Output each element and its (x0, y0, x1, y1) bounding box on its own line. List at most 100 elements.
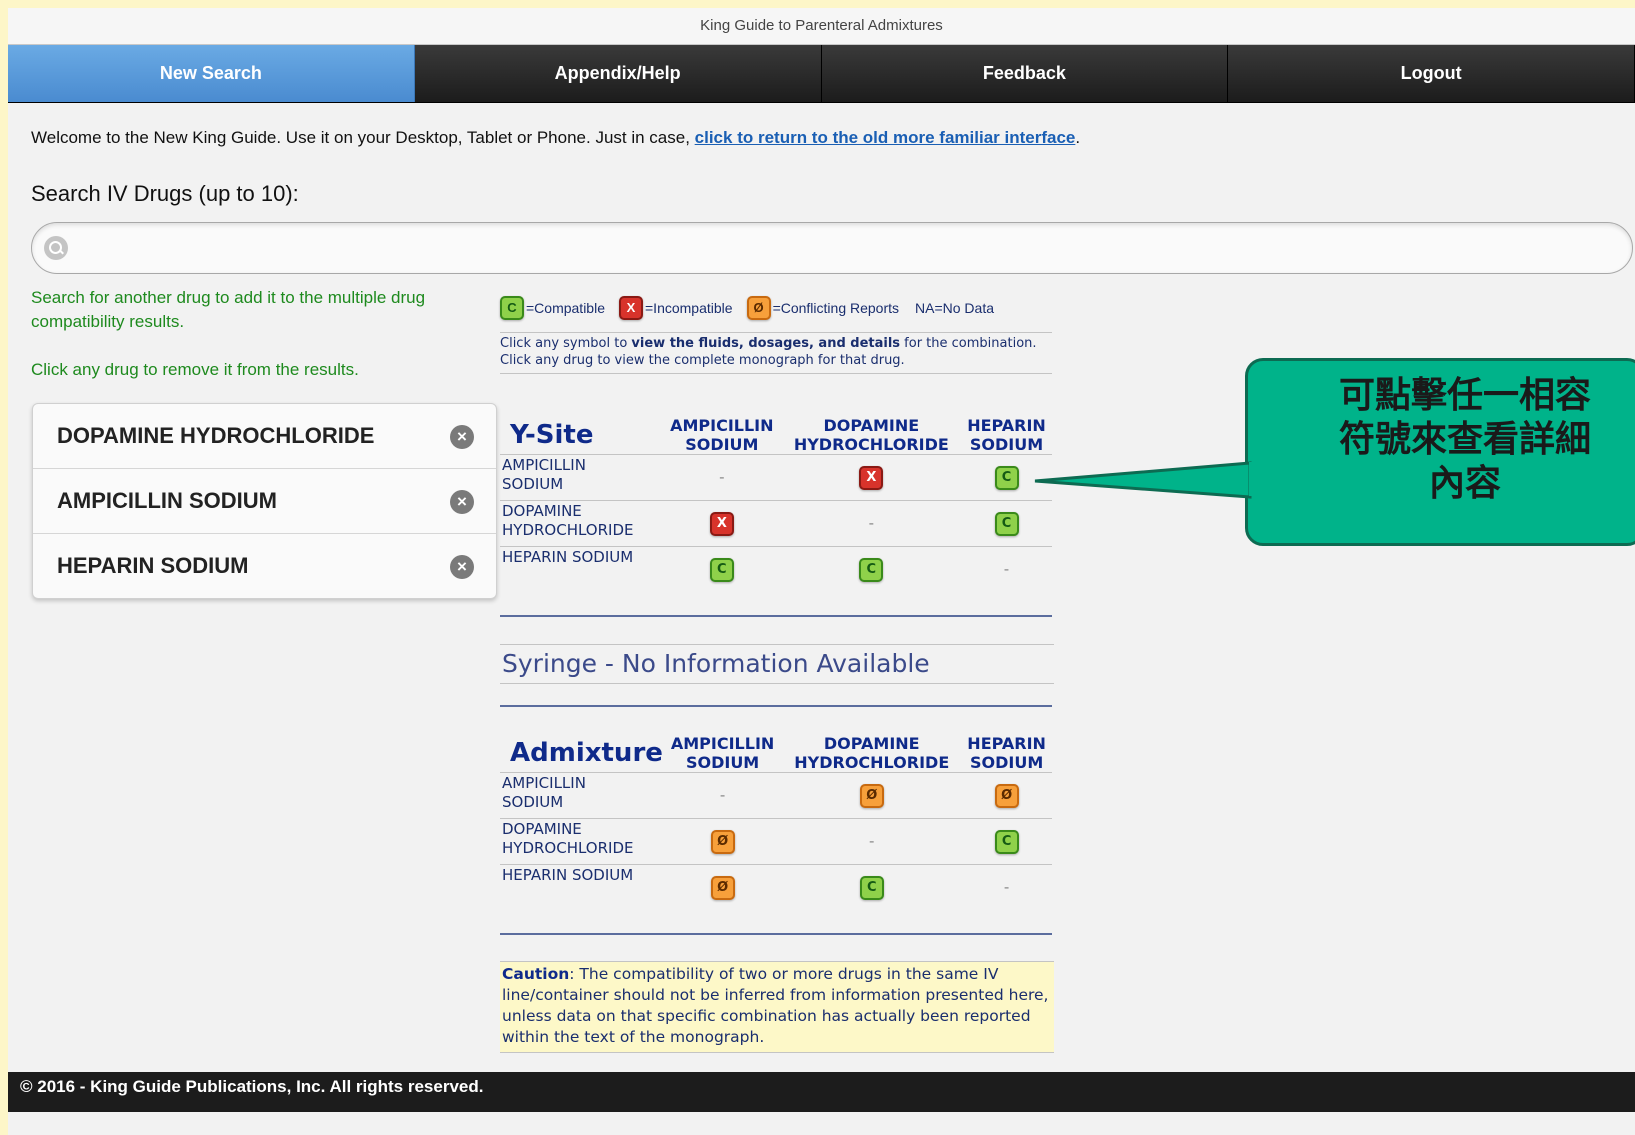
column-header-line1: AMPICILLIN (670, 416, 774, 435)
table-cell: - (781, 500, 962, 547)
row-name-line2: HYDROCHLORIDE (502, 839, 634, 857)
incompatible-icon[interactable]: X (859, 465, 884, 490)
section-divider (500, 705, 1052, 707)
row-name-line2: SODIUM (502, 475, 564, 493)
remove-circle-icon[interactable]: × (450, 425, 474, 449)
column-header-line1: HEPARIN (967, 734, 1046, 753)
syringe-section: Syringe - No Information Available (500, 644, 1054, 684)
table-cell: - (662, 772, 783, 819)
incompatible-icon: X (619, 296, 643, 320)
column-header-line2: SODIUM (969, 753, 1044, 772)
section-divider (500, 615, 1052, 617)
column-header-line2: HYDROCHLORIDE (794, 753, 950, 772)
row-name-line1: DOPAMINE (502, 820, 582, 838)
compatible-icon: C (500, 296, 524, 320)
column-header[interactable]: HEPARIN SODIUM (961, 734, 1052, 773)
help-text: for the combination. (900, 336, 1037, 351)
symbol-legend: C =Compatible X =Incompatible Ø =Conflic… (500, 296, 1008, 320)
conflicting-icon[interactable]: Ø (710, 875, 735, 900)
search-icon (44, 236, 68, 260)
compatible-icon[interactable]: C (994, 829, 1019, 854)
row-drug-name[interactable]: AMPICILLIN SODIUM (500, 454, 662, 501)
selected-drug-name: AMPICILLIN SODIUM (57, 488, 277, 513)
search-label: Search IV Drugs (up to 10): (31, 181, 299, 206)
legend-conflicting: =Conflicting Reports (772, 300, 900, 316)
section-title: Admixture (510, 737, 663, 768)
table-cell: X (781, 454, 962, 501)
column-header-line1: DOPAMINE (823, 416, 920, 435)
search-box[interactable] (31, 222, 1633, 274)
welcome-text: Welcome to the New King Guide. Use it on… (31, 128, 695, 147)
table-header-row: Y-Site AMPICILLIN SODIUM DOPAMINE HYDROCHLOR… (500, 416, 1052, 455)
table-row: DOPAMINE HYDROCHLORIDE X - C (500, 500, 1052, 547)
window-title: King Guide to Parenteral Admixtures (8, 8, 1635, 45)
selected-drug-item[interactable]: DOPAMINE HYDROCHLORIDE × (33, 404, 496, 469)
compatible-icon[interactable]: C (994, 465, 1019, 490)
remove-circle-icon[interactable]: × (450, 490, 474, 514)
ysite-table: Y-Site AMPICILLIN SODIUM DOPAMINE HYDROCHLOR… (500, 416, 1052, 593)
table-row: DOPAMINE HYDROCHLORIDE Ø - C (500, 818, 1052, 865)
no-combination-dash: - (869, 832, 875, 850)
no-combination-dash: - (719, 468, 725, 486)
column-header[interactable]: DOPAMINE HYDROCHLORIDE (782, 416, 961, 455)
row-name-line1: HEPARIN SODIUM (502, 866, 634, 884)
table-cell: Ø (662, 864, 783, 911)
hint-remove-drug: Click any drug to remove it from the res… (31, 360, 359, 379)
column-header[interactable]: AMPICILLIN SODIUM (662, 416, 782, 455)
no-combination-dash: - (1003, 878, 1010, 897)
column-header-line2: SODIUM (685, 753, 760, 772)
search-input[interactable] (78, 231, 1612, 265)
table-cell: C (662, 546, 782, 593)
nav-logout[interactable]: Logout (1228, 45, 1635, 102)
column-header-line2: HYDROCHLORIDE (793, 435, 949, 454)
nav-new-search[interactable]: New Search (8, 45, 415, 102)
conflicting-icon[interactable]: Ø (710, 829, 735, 854)
row-name-line2: HYDROCHLORIDE (502, 521, 634, 539)
table-cell: - (961, 864, 1052, 911)
column-header[interactable]: AMPICILLIN SODIUM (663, 734, 782, 773)
compatible-icon[interactable]: C (859, 875, 884, 900)
remove-circle-icon[interactable]: × (450, 555, 474, 579)
no-combination-dash: - (868, 514, 875, 532)
column-header[interactable]: DOPAMINE HYDROCHLORIDE (782, 734, 961, 773)
table-row: HEPARIN SODIUM C C - (500, 546, 1052, 593)
nav-feedback[interactable]: Feedback (821, 45, 1229, 102)
main-navbar: New Search Appendix/Help Feedback Logout (8, 45, 1635, 103)
row-name-line1: AMPICILLIN (502, 774, 586, 792)
table-cell: C (961, 818, 1052, 865)
conflicting-icon[interactable]: Ø (859, 783, 884, 808)
selected-drug-item[interactable]: AMPICILLIN SODIUM × (33, 469, 496, 534)
welcome-after: . (1075, 128, 1081, 147)
old-interface-link[interactable]: click to return to the old more familiar… (695, 128, 1076, 147)
table-cell: C (961, 454, 1052, 501)
incompatible-icon[interactable]: X (709, 511, 734, 536)
conflicting-icon[interactable]: Ø (994, 783, 1019, 808)
row-name-line1: AMPICILLIN (502, 456, 586, 474)
column-header[interactable]: HEPARIN SODIUM (961, 416, 1052, 455)
table-cell: X (662, 500, 782, 547)
callout-text: 可點擊任一相容 符號來查看詳細 內容 (1338, 375, 1591, 504)
column-header-line1: DOPAMINE (823, 734, 920, 753)
row-drug-name[interactable]: HEPARIN SODIUM (500, 546, 662, 593)
nav-appendix-help[interactable]: Appendix/Help (414, 45, 822, 102)
compatible-icon[interactable]: C (994, 511, 1019, 536)
no-combination-dash: - (719, 786, 726, 804)
hint-add-drug: Search for another drug to add it to the… (31, 288, 426, 331)
row-drug-name[interactable]: AMPICILLIN SODIUM (500, 772, 663, 819)
row-drug-name[interactable]: HEPARIN SODIUM (500, 864, 663, 911)
help-text-monograph: Click any drug to view the complete mono… (500, 353, 905, 368)
selected-drug-item[interactable]: HEPARIN SODIUM × (33, 534, 496, 598)
row-drug-name[interactable]: DOPAMINE HYDROCHLORIDE (500, 500, 662, 547)
admixture-table: Admixture AMPICILLIN SODIUM DOPAMINE HYDROCH… (500, 734, 1052, 911)
selected-drug-name: HEPARIN SODIUM (57, 553, 249, 578)
caution-text: : The compatibility of two or more drugs… (502, 965, 1049, 1046)
row-name-line2: SODIUM (502, 793, 564, 811)
table-row: AMPICILLIN SODIUM - Ø Ø (500, 772, 1052, 819)
row-drug-name[interactable]: DOPAMINE HYDROCHLORIDE (500, 818, 663, 865)
help-text: Click any symbol to (500, 336, 632, 351)
table-row: AMPICILLIN SODIUM - X C (500, 454, 1052, 501)
compatible-icon[interactable]: C (709, 557, 734, 582)
table-header-row: Admixture AMPICILLIN SODIUM DOPAMINE HYDROCH… (500, 734, 1052, 773)
compatible-icon[interactable]: C (859, 557, 884, 582)
table-cell: Ø (782, 772, 962, 819)
